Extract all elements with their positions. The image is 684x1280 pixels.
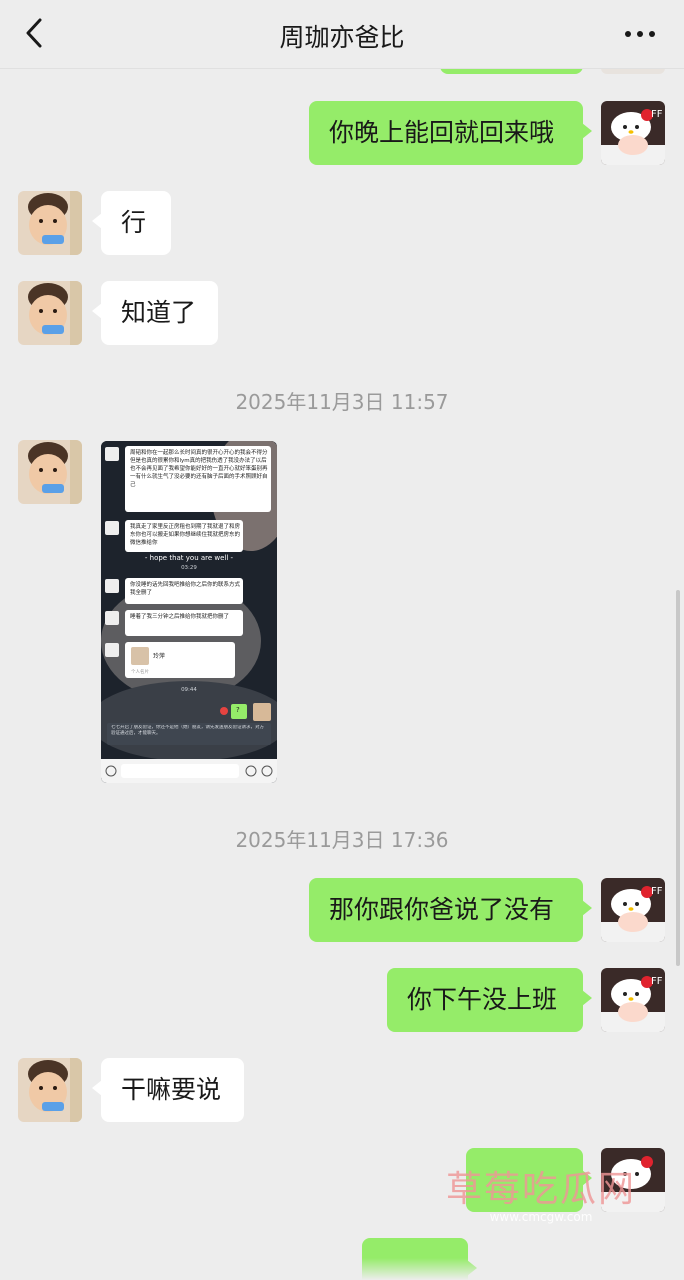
- my-avatar[interactable]: FF: [601, 101, 665, 165]
- image-text-9: 09:44: [181, 687, 197, 693]
- contact-avatar[interactable]: [18, 191, 82, 255]
- baby-avatar-icon: [18, 440, 82, 504]
- svg-text:FF: FF: [651, 976, 663, 987]
- more-dots-icon[interactable]: [620, 22, 660, 46]
- image-text-8: 个人名片: [131, 670, 149, 675]
- image-text-4: 03:29: [181, 565, 197, 571]
- timestamp: 2025年11月3日 11:57: [235, 390, 449, 414]
- watermark-text: 草莓吃瓜网: [445, 1169, 636, 1210]
- baby-avatar-icon: [18, 191, 82, 255]
- svg-text:FF: FF: [651, 886, 663, 897]
- image-message[interactable]: 周韬和你在一起那么长时间真的很开心开心的我会不得分但是也真的很累你和lym真的把…: [101, 441, 277, 783]
- baby-avatar-icon: [18, 281, 82, 345]
- image-text-10: ?: [236, 706, 240, 714]
- baby-avatar-icon: [18, 1058, 82, 1122]
- image-text-5: 你没睡的话先回我吧推给你之后你的联系方式我全删了: [130, 582, 240, 596]
- message-bubble-received[interactable]: 干嘛要说: [92, 1058, 244, 1122]
- bottom-fade: [0, 1258, 684, 1280]
- watermark: 草莓吃瓜网 www.cmcgw.com: [436, 1160, 646, 1224]
- message-bubble-received[interactable]: 知道了: [92, 281, 218, 345]
- message-bubble-sent[interactable]: 你晚上能回就回来哦: [309, 101, 592, 165]
- image-text-7: 玲萍: [153, 653, 166, 660]
- my-avatar[interactable]: FF: [601, 968, 665, 1032]
- watermark-url: www.cmcgw.com: [489, 1210, 593, 1224]
- image-text-2: 我真走了家里反正房租也到期了我就退了和房东你也可以搬走如果你想继续住我就把房东的…: [130, 524, 240, 546]
- message-bubble-received[interactable]: 行: [92, 191, 171, 255]
- scrollbar[interactable]: [676, 590, 680, 966]
- my-avatar[interactable]: FF: [601, 878, 665, 942]
- contact-avatar[interactable]: [18, 440, 82, 504]
- image-text-3: - hope that you are well -: [144, 554, 234, 562]
- image-text-11: 七七开启了朋友验证，你还不是他（她）朋友，请先发送朋友验证请求，对方验证通过后，…: [111, 725, 264, 736]
- contact-avatar[interactable]: [18, 1058, 82, 1122]
- chat-title: 周珈亦爸比: [279, 23, 405, 52]
- timestamp: 2025年11月3日 17:36: [235, 828, 449, 852]
- top-bar: 周珈亦爸比: [0, 0, 684, 69]
- message-bubble-sent[interactable]: 你下午没上班: [387, 968, 592, 1032]
- contact-avatar[interactable]: [18, 281, 82, 345]
- svg-text:FF: FF: [651, 109, 663, 120]
- message-bubble-sent[interactable]: 那你跟你爸说了没有: [309, 878, 592, 942]
- hello-kitty-avatar-icon: FF: [601, 101, 665, 165]
- hello-kitty-avatar-icon: FF: [601, 968, 665, 1032]
- image-text-6: 睡着了我三分钟之后推给你我就把你删了: [130, 614, 230, 620]
- image-text-1: 周韬和你在一起那么长时间真的很开心开心的我会不得分但是也真的很累你和lym真的把…: [130, 450, 268, 488]
- hello-kitty-avatar-icon: FF: [601, 878, 665, 942]
